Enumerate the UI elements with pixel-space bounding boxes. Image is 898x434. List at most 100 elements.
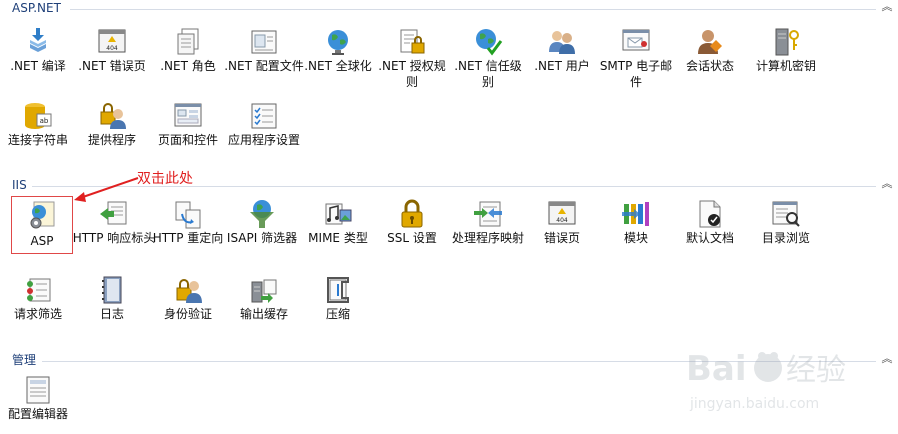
feature-label: MIME 类型 bbox=[308, 231, 368, 245]
feature-mime-types[interactable]: MIME 类型 bbox=[300, 196, 376, 268]
directory-browse-icon bbox=[772, 201, 800, 227]
redirect-icon bbox=[175, 201, 201, 229]
feature-label: 配置编辑器 bbox=[7, 407, 68, 421]
feature-logging[interactable]: 日志 bbox=[74, 272, 150, 344]
default-document-icon bbox=[699, 200, 721, 228]
feature-label: 身份验证 bbox=[163, 307, 212, 321]
feature-label: SSL 设置 bbox=[387, 231, 437, 245]
feature-label: 请求筛选 bbox=[13, 307, 62, 321]
feature-configuration-editor[interactable]: 配置编辑器 bbox=[0, 372, 76, 432]
feature-http-redirect[interactable]: HTTP 重定向 bbox=[150, 196, 226, 268]
feature-net-error-pages[interactable]: 404 .NET 错误页 bbox=[74, 24, 150, 96]
handler-arrows-icon bbox=[474, 201, 502, 227]
settings-checklist-icon bbox=[251, 103, 277, 129]
authorization-lock-list-icon bbox=[400, 29, 425, 54]
feature-providers[interactable]: 提供程序 bbox=[74, 98, 150, 170]
annotation-double-click-here: 双击此处 bbox=[137, 171, 193, 187]
svg-text:ab: ab bbox=[40, 117, 49, 125]
modules-icon bbox=[622, 202, 649, 226]
svg-text:404: 404 bbox=[556, 217, 568, 224]
section-title-iis: IIS bbox=[12, 178, 27, 192]
roles-documents-icon bbox=[177, 28, 199, 55]
feature-modules[interactable]: 模块 bbox=[598, 196, 674, 268]
feature-default-document[interactable]: 默认文档 bbox=[672, 196, 748, 268]
feature-ssl-settings[interactable]: SSL 设置 bbox=[374, 196, 450, 268]
providers-lock-user-icon bbox=[100, 103, 126, 129]
baidu-jingyan-watermark-icon: Bai 经验 jingyan.baidu.com bbox=[686, 349, 846, 412]
feature-net-profile[interactable]: .NET 配置文件 bbox=[224, 24, 304, 96]
feature-smtp-email[interactable]: SMTP 电子邮件 bbox=[598, 24, 674, 96]
profile-window-icon bbox=[251, 30, 277, 54]
annotation-arrow-icon bbox=[74, 177, 139, 202]
feature-label: .NET 授权规则 bbox=[378, 59, 446, 89]
feature-label: 错误页 bbox=[543, 231, 580, 245]
feature-label: 输出缓存 bbox=[239, 307, 288, 321]
feature-directory-browsing[interactable]: 目录浏览 bbox=[748, 196, 824, 268]
feature-error-pages[interactable]: 404 错误页 bbox=[524, 196, 600, 268]
feature-label: 处理程序映射 bbox=[451, 231, 524, 245]
svg-text:404: 404 bbox=[106, 45, 118, 52]
feature-net-users[interactable]: .NET 用户 bbox=[524, 24, 600, 96]
page-controls-icon bbox=[174, 103, 202, 127]
feature-request-filtering[interactable]: 请求筛选 bbox=[0, 272, 76, 344]
error-page-404-icon: 404 bbox=[548, 201, 576, 225]
feature-application-settings[interactable]: 应用程序设置 bbox=[226, 98, 302, 170]
feature-isapi-filters[interactable]: ISAPI 筛选器 bbox=[224, 196, 300, 268]
feature-label: 模块 bbox=[623, 231, 648, 245]
feature-label: .NET 错误页 bbox=[78, 59, 146, 73]
feature-label: ASP bbox=[30, 234, 54, 248]
feature-machine-key[interactable]: 计算机密钥 bbox=[748, 24, 824, 96]
feature-label: ISAPI 筛选器 bbox=[226, 231, 298, 245]
compression-clamp-icon bbox=[327, 277, 349, 303]
error-page-404-icon: 404 bbox=[98, 29, 126, 53]
feature-label: .NET 全球化 bbox=[304, 59, 372, 73]
request-filter-icon bbox=[27, 278, 51, 302]
iis-features-view: ASP.NET ︽ .NET 编译 404 .NET 错误页 .NET 角色 .… bbox=[0, 0, 898, 434]
collapse-iis-button[interactable]: ︽ bbox=[880, 177, 894, 193]
feature-handler-mappings[interactable]: 处理程序映射 bbox=[450, 196, 526, 268]
collapse-aspnet-button[interactable]: ︽ bbox=[880, 0, 894, 16]
section-title-management: 管理 bbox=[12, 353, 37, 367]
feature-label: 压缩 bbox=[325, 307, 350, 321]
globe-icon bbox=[328, 30, 348, 55]
feature-pages-and-controls[interactable]: 页面和控件 bbox=[150, 98, 226, 170]
feature-net-trust-levels[interactable]: .NET 信任级别 bbox=[450, 24, 526, 96]
feature-net-roles[interactable]: .NET 角色 bbox=[150, 24, 226, 96]
session-user-icon bbox=[698, 30, 722, 54]
mime-media-icon bbox=[325, 203, 352, 225]
lock-icon bbox=[401, 199, 423, 228]
feature-label: .NET 配置文件 bbox=[224, 59, 304, 73]
feature-net-globalization[interactable]: .NET 全球化 bbox=[300, 24, 376, 96]
asp-gear-icon bbox=[30, 201, 55, 229]
feature-label: 日志 bbox=[99, 307, 124, 321]
feature-net-compilation[interactable]: .NET 编译 bbox=[0, 24, 76, 96]
section-title-aspnet: ASP.NET bbox=[12, 1, 61, 15]
feature-label: 提供程序 bbox=[87, 133, 136, 147]
section-divider bbox=[70, 9, 876, 10]
download-stack-icon bbox=[30, 28, 46, 52]
feature-asp[interactable]: ASP bbox=[11, 196, 73, 254]
feature-label: 目录浏览 bbox=[761, 231, 810, 245]
feature-connection-strings[interactable]: ab 连接字符串 bbox=[0, 98, 76, 170]
feature-label: 应用程序设置 bbox=[227, 133, 300, 147]
feature-authentication[interactable]: 身份验证 bbox=[150, 272, 226, 344]
feature-net-authorization-rules[interactable]: .NET 授权规则 bbox=[374, 24, 450, 96]
feature-label: 会话状态 bbox=[685, 59, 734, 73]
svg-text:jingyan.baidu.com: jingyan.baidu.com bbox=[689, 396, 819, 412]
users-icon bbox=[549, 31, 575, 54]
feature-label: .NET 信任级别 bbox=[454, 59, 522, 89]
feature-label: 连接字符串 bbox=[7, 133, 68, 147]
feature-http-response-headers[interactable]: HTTP 响应标头 bbox=[73, 196, 155, 268]
configuration-editor-icon bbox=[26, 376, 50, 404]
feature-session-state[interactable]: 会话状态 bbox=[672, 24, 748, 96]
svg-text:经验: 经验 bbox=[786, 353, 846, 388]
feature-compression[interactable]: 压缩 bbox=[300, 272, 376, 344]
feature-output-caching[interactable]: 输出缓存 bbox=[226, 272, 302, 344]
feature-label: 页面和控件 bbox=[157, 133, 218, 147]
feature-label: .NET 角色 bbox=[160, 59, 216, 73]
output-cache-icon bbox=[251, 279, 277, 303]
feature-label: 计算机密钥 bbox=[755, 59, 816, 73]
authentication-lock-user-icon bbox=[176, 279, 202, 303]
feature-label: .NET 用户 bbox=[534, 59, 590, 73]
email-window-icon bbox=[622, 29, 650, 51]
